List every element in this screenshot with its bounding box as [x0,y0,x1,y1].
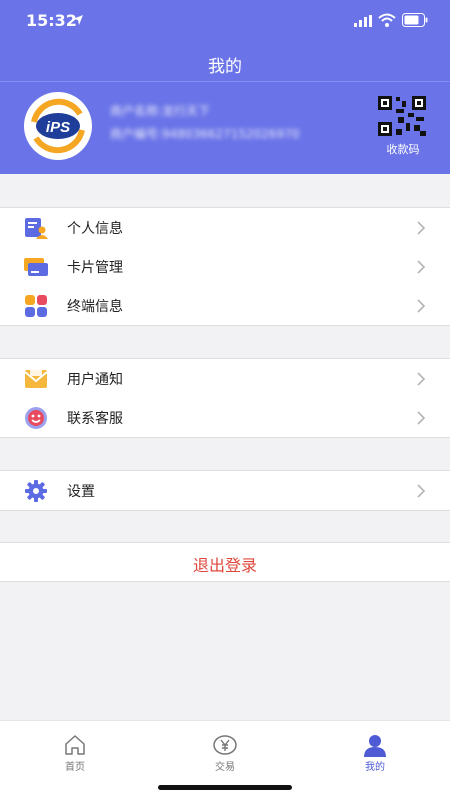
chevron-right-icon [417,372,426,386]
logout-label: 退出登录 [192,556,257,575]
menu-item-terminal-info[interactable]: 终端信息 [0,286,450,325]
menu-item-label: 个人信息 [67,221,123,237]
status-bar: 15:32 [0,0,450,44]
notification-mail-icon [24,368,48,388]
user-icon [364,735,386,757]
page-title: 我的 [208,57,242,77]
menu-group-service: 用户通知 联系客服 [0,358,450,438]
qr-code-label: 收款码 [386,143,420,156]
qr-code-icon [378,96,426,136]
chevron-right-icon [417,260,426,274]
tab-label: 我的 [365,762,385,773]
chevron-right-icon [417,484,426,498]
logout-button[interactable]: 退出登录 [0,542,450,582]
merchant-name: 商户名称:龙行天下 [110,104,211,118]
location-arrow-icon [73,15,83,25]
customer-service-icon [25,407,47,429]
ips-logo: iPS [24,92,92,160]
menu-item-personal-info[interactable]: 个人信息 [0,208,450,247]
id-card-icon [25,218,48,239]
menu-item-label: 终端信息 [67,299,123,315]
tab-mine[interactable]: 我的 [300,721,450,781]
menu-group-settings: 设置 [0,470,450,511]
terminal-grid-icon [25,295,47,317]
wifi-icon [378,13,396,27]
chevron-right-icon [417,411,426,425]
chevron-right-icon [417,299,426,313]
menu-item-label: 用户通知 [67,372,123,388]
menu-group-profile: 个人信息 卡片管理 终端信息 [0,207,450,326]
menu-item-settings[interactable]: 设置 [0,471,450,510]
menu-item-card-management[interactable]: 卡片管理 [0,247,450,286]
profile-header: 15:32 我的 iPS 商户名称:龙行天下 商户编号:948036627152… [0,0,450,174]
home-icon [65,735,85,755]
svg-text:iPS: iPS [46,119,70,136]
tab-home[interactable]: 首页 [0,721,150,781]
payment-qr-button[interactable]: 收款码 [376,95,430,161]
home-indicator [158,785,292,790]
cellular-signal-icon [354,15,372,27]
menu-item-label: 卡片管理 [67,260,123,276]
tab-label: 首页 [65,762,85,773]
tab-label: 交易 [215,762,235,773]
gear-icon [25,480,47,502]
menu-item-label: 设置 [67,484,95,500]
chevron-right-icon [417,221,426,235]
status-time: 15:32 [26,11,77,30]
merchant-number: 商户编号:948036627152026970 [110,127,300,141]
card-icon [24,258,48,276]
header-divider [0,81,450,82]
menu-item-customer-service[interactable]: 联系客服 [0,398,450,437]
yen-icon [213,735,237,755]
menu-item-user-notice[interactable]: 用户通知 [0,359,450,398]
tab-transactions[interactable]: 交易 [150,721,300,781]
menu-item-label: 联系客服 [67,411,123,427]
battery-icon [402,13,428,27]
